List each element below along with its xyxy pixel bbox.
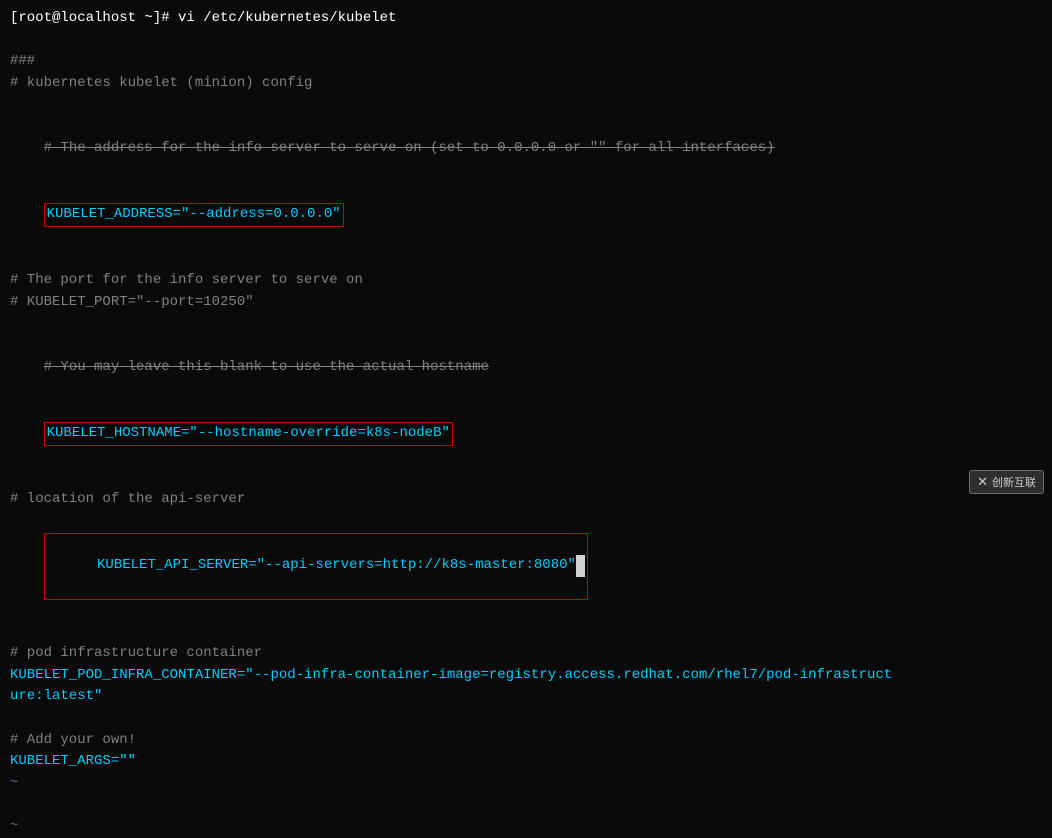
- kubelet-api-line: KUBELET_API_SERVER="--api-servers=http:/…: [10, 511, 1042, 621]
- comment-port1: # The port for the info server to serve …: [10, 270, 1042, 292]
- blank-line-5: [10, 467, 1042, 489]
- comment-api: # location of the api-server: [10, 489, 1042, 511]
- prompt-line: [root@localhost ~]# vi /etc/kubernetes/k…: [10, 8, 1042, 30]
- watermark: ✕ 创新互联: [969, 470, 1044, 494]
- comment-hash: ###: [10, 51, 1042, 73]
- kubelet-args-line: KUBELET_ARGS="": [10, 751, 1042, 773]
- kubelet-api-box: KUBELET_API_SERVER="--api-servers=http:/…: [44, 533, 588, 600]
- kubelet-hostname-line: KUBELET_HOSTNAME="--hostname-override=k8…: [10, 400, 1042, 467]
- cursor-block: [576, 555, 585, 577]
- blank-line-1: [10, 30, 1042, 52]
- comment-address-strike: # The address for the info server to ser…: [10, 116, 1042, 181]
- comment-address-text: # The address for the info server to ser…: [44, 140, 775, 156]
- terminal-window: [root@localhost ~]# vi /etc/kubernetes/k…: [0, 0, 1052, 502]
- kubelet-api-text: KUBELET_API_SERVER="--api-servers=http:/…: [97, 557, 576, 573]
- blank-line-2: [10, 95, 1042, 117]
- kubelet-hostname-box: KUBELET_HOSTNAME="--hostname-override=k8…: [44, 422, 453, 446]
- kubelet-address-box: KUBELET_ADDRESS="--address=0.0.0.0": [44, 203, 344, 227]
- blank-line-6: [10, 621, 1042, 643]
- tilde-line-1: ~: [10, 773, 1042, 795]
- watermark-icon: ✕: [977, 474, 988, 490]
- blank-line-8: [10, 795, 1042, 817]
- comment-add: # Add your own!: [10, 730, 1042, 752]
- kubelet-pod-line1: KUBELET_POD_INFRA_CONTAINER="--pod-infra…: [10, 665, 1042, 687]
- kubelet-pod-line2: ure:latest": [10, 686, 1042, 708]
- tilde-line-2: ~: [10, 816, 1042, 838]
- comment-hostname-strike: # You may leave this blank to use the ac…: [10, 335, 1042, 400]
- watermark-text: 创新互联: [992, 474, 1036, 490]
- blank-line-3: [10, 249, 1042, 271]
- comment-port2: # KUBELET_PORT="--port=10250": [10, 292, 1042, 314]
- kubelet-address-line: KUBELET_ADDRESS="--address=0.0.0.0": [10, 182, 1042, 249]
- comment-hostname-text: # You may leave this blank to use the ac…: [44, 359, 489, 375]
- blank-line-7: [10, 708, 1042, 730]
- blank-line-4: [10, 314, 1042, 336]
- comment-config: # kubernetes kubelet (minion) config: [10, 73, 1042, 95]
- comment-pod: # pod infrastructure container: [10, 643, 1042, 665]
